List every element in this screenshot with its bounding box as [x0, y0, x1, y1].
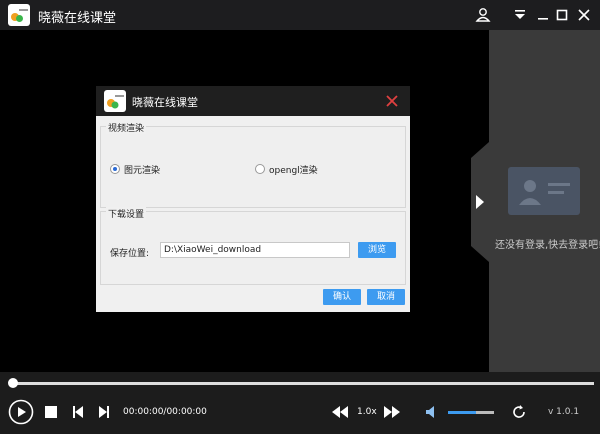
radio-opengl-render-label[interactable]: opengl渲染: [269, 163, 318, 176]
avatar[interactable]: [508, 167, 580, 215]
app-title: 晓薇在线课堂: [38, 11, 117, 26]
progress-track[interactable]: [12, 382, 594, 385]
save-path-input[interactable]: D:\XiaoWei_download: [160, 242, 350, 258]
browse-button[interactable]: 浏览: [358, 242, 396, 258]
progress-handle[interactable]: [8, 378, 18, 388]
user-icon[interactable]: [474, 6, 492, 24]
volume-icon[interactable]: [425, 405, 439, 419]
ok-button[interactable]: 确认: [323, 289, 361, 305]
next-icon[interactable]: [97, 405, 111, 419]
sidebar-toggle[interactable]: [471, 142, 489, 262]
previous-icon[interactable]: [71, 405, 85, 419]
settings-dialog: 晓薇在线课堂 视频渲染 图元渲染 opengl渲染 下载设置 保存位置: D:\…: [96, 86, 410, 312]
time-display: 00:00:00/00:00:00: [123, 407, 207, 417]
menu-dropdown-icon[interactable]: [511, 6, 529, 24]
rewind-icon[interactable]: [331, 405, 349, 419]
title-bar: 晓薇在线课堂: [0, 0, 600, 30]
fast-forward-icon[interactable]: [383, 405, 401, 419]
download-group-legend: 下载设置: [106, 207, 147, 220]
minimize-icon[interactable]: [534, 6, 552, 24]
refresh-icon[interactable]: [510, 403, 528, 421]
render-group-legend: 视频渲染: [106, 121, 147, 134]
radio-primitive-render-label[interactable]: 图元渲染: [124, 163, 160, 176]
play-icon[interactable]: [8, 399, 34, 425]
radio-opengl-render[interactable]: [255, 164, 265, 174]
dialog-title: 晓薇在线课堂: [132, 96, 198, 109]
close-icon[interactable]: [575, 6, 593, 24]
dialog-close-icon[interactable]: [385, 94, 399, 108]
app-logo: [8, 4, 30, 26]
stop-icon[interactable]: [44, 405, 58, 419]
dialog-header: 晓薇在线课堂: [96, 86, 410, 116]
app-version: v 1.0.1: [548, 407, 580, 417]
radio-primitive-render[interactable]: [110, 164, 120, 174]
playback-speed[interactable]: 1.0x: [357, 407, 377, 417]
maximize-icon[interactable]: [553, 6, 571, 24]
dialog-logo: [104, 90, 126, 112]
login-prompt[interactable]: 还没有登录,快去登录吧!: [495, 236, 600, 251]
cancel-button[interactable]: 取消: [367, 289, 405, 305]
volume-level: [448, 411, 476, 414]
save-path-label: 保存位置:: [110, 249, 150, 259]
